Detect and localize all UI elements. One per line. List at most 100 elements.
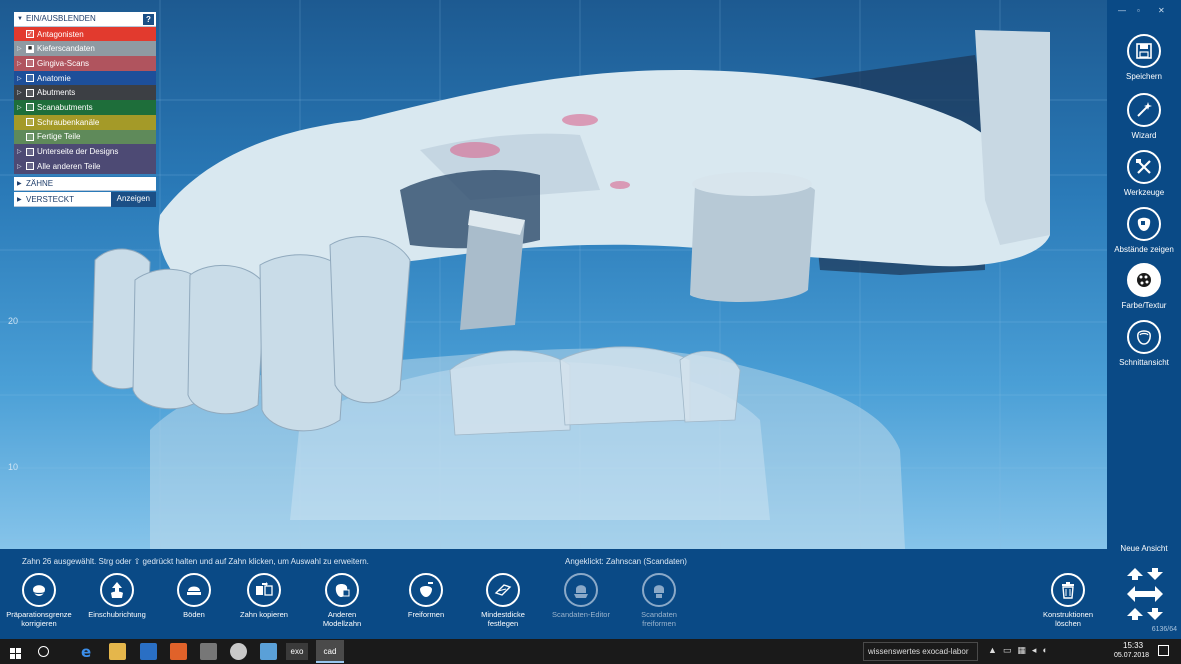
file-explorer-icon[interactable] [109, 643, 126, 660]
anzeigen-button[interactable]: Anzeigen [110, 192, 156, 207]
visibility-checkbox[interactable] [26, 59, 34, 68]
windows-taskbar: e exo cad wissenswertes exocad-labor ▲▭▦… [0, 639, 1181, 664]
tree-header-toggle[interactable]: ▼ EIN/AUSBLENDEN ? [14, 12, 156, 27]
tree-item-label: Scanabutments [37, 102, 93, 112]
tree-item-label: Gingiva-Scans [37, 58, 90, 68]
maximize-button[interactable]: ▫ [1137, 6, 1140, 15]
ruler-mark-upper: 20 [8, 316, 19, 326]
visibility-tree-panel: ▼ EIN/AUSBLENDEN ? ✓ Antagonisten ▷ ■ Kiefer… [14, 12, 156, 207]
visibility-checkbox[interactable] [26, 162, 34, 171]
store-app-icon[interactable] [140, 643, 157, 660]
wizard-label: Wizard [1131, 131, 1157, 140]
abstaende-zeigen-button[interactable]: Abstände zeigen [1107, 207, 1181, 254]
image-app-icon[interactable] [260, 643, 277, 660]
anderen-modellzahn-button[interactable]: Anderen Modellzahn [297, 573, 387, 628]
visibility-checkbox[interactable] [26, 74, 34, 83]
notification-icon[interactable] [1158, 645, 1169, 656]
werkzeuge-button[interactable]: Werkzeuge [1107, 150, 1181, 197]
cad-taskbar-button[interactable]: cad [316, 640, 344, 663]
visibility-checkbox[interactable] [26, 88, 34, 97]
floppy-disk-icon [1127, 34, 1161, 68]
chevron-right-icon: ▶ [17, 180, 22, 187]
chevron-right-icon[interactable]: ▷ [17, 89, 26, 96]
3d-viewport[interactable]: 20 10 ▼ EIN/AUSBLENDEN ? ✓ Antagonisten ▷ ■… [0, 0, 1107, 549]
chevron-right-icon[interactable]: ▷ [17, 75, 26, 82]
tree-item-label: Anatomie [37, 73, 71, 83]
farbe-textur-button[interactable]: Farbe/Textur [1107, 263, 1181, 310]
tool-label: Scandaten freiformen [641, 610, 677, 628]
help-button[interactable]: ? [143, 14, 154, 25]
tree-item[interactable]: ▷ Anatomie [14, 70, 156, 86]
chevron-right-icon: ▶ [17, 196, 22, 203]
visibility-checkbox[interactable] [26, 132, 34, 141]
tree-item[interactable]: ▷ Gingiva-Scans [14, 56, 156, 71]
scandaten-freiformen-button[interactable]: Scandaten freiformen [614, 573, 704, 628]
visibility-checkbox[interactable] [26, 118, 34, 127]
tree-item-label: Abutments [37, 88, 76, 98]
abstaende-zeigen-label: Abstände zeigen [1114, 245, 1174, 254]
tool-label: Mindestdicke festlegen [481, 610, 525, 628]
tree-item-label: Fertige Teile [37, 132, 81, 142]
visibility-checkbox[interactable]: ✓ [26, 30, 34, 39]
farbe-textur-label: Farbe/Textur [1121, 301, 1167, 310]
taskbar-search-box[interactable]: wissenswertes exocad-labor [863, 642, 978, 661]
tree-item[interactable]: ▷ Alle anderen Teile [14, 158, 156, 174]
tree-item[interactable]: Fertige Teile [14, 129, 156, 145]
view-navigation-arrows[interactable] [1125, 566, 1165, 627]
cortana-icon[interactable] [38, 646, 49, 657]
tree-item[interactable]: ▷ Abutments [14, 85, 156, 101]
exo-taskbar-button[interactable]: exo [286, 643, 308, 660]
chevron-right-icon[interactable]: ▷ [17, 104, 26, 111]
scandaten-editor-button[interactable]: Scandaten-Editor [536, 573, 626, 619]
office-app-icon[interactable] [170, 643, 187, 660]
zaehne-section-toggle[interactable]: ▶ ZÄHNE [14, 176, 156, 192]
insertion-direction-icon [100, 573, 134, 607]
color-texture-icon [1127, 263, 1161, 297]
tree-item[interactable]: ▷ Scanabutments [14, 100, 156, 115]
tree-item[interactable]: ▷ ■ Kieferscandaten [14, 41, 156, 57]
tree-item-label: Unterseite der Designs [37, 147, 119, 157]
ruler-mark-lower: 10 [8, 462, 19, 472]
start-button[interactable] [10, 646, 21, 664]
versteckt-section-toggle[interactable]: ▶ VERSTECKT Anzeigen [14, 192, 156, 207]
edge-browser-icon[interactable]: e [79, 643, 96, 661]
zahn-kopieren-button[interactable]: Zahn kopieren [219, 573, 309, 619]
speichern-button[interactable]: Speichern [1107, 34, 1181, 81]
tree-item[interactable]: ✓ Antagonisten [14, 26, 156, 42]
tree-item[interactable]: ▷ Unterseite der Designs [14, 144, 156, 159]
clicked-label: Angeklickt: [565, 557, 604, 566]
clock-time: 15:33 [1123, 641, 1144, 650]
tree-item[interactable]: Schraubenkanäle [14, 114, 156, 130]
bottom-icon [177, 573, 211, 607]
trash-icon [1051, 573, 1085, 607]
scan-editor-icon [564, 573, 598, 607]
visibility-checkbox[interactable]: ■ [26, 44, 34, 53]
system-tray-icons[interactable]: ▲▭▦◂◐ [988, 645, 1054, 656]
svg-text:e: e [81, 643, 91, 660]
visibility-checkbox[interactable] [26, 103, 34, 112]
chevron-right-icon[interactable]: ▷ [17, 163, 26, 170]
minimize-button[interactable]: — [1118, 6, 1126, 15]
close-button[interactable]: ✕ [1158, 6, 1165, 15]
chevron-down-icon: ▼ [17, 15, 23, 22]
chevron-right-icon[interactable]: ▷ [17, 45, 26, 52]
tree-item-label: Schraubenkanäle [37, 117, 100, 127]
versteckt-label: VERSTECKT [26, 194, 75, 204]
freeform-icon [409, 573, 443, 607]
calculator-app-icon[interactable] [200, 643, 217, 660]
visibility-checkbox[interactable] [26, 147, 34, 156]
mindestdicke-button[interactable]: Mindestdicke festlegen [458, 573, 548, 628]
status-message: Zahn 26 ausgewählt. Strg oder ⇧ gedrückt… [22, 557, 369, 566]
dental-model-render [0, 0, 1107, 549]
bottom-toolbar: Zahn 26 ausgewählt. Strg oder ⇧ gedrückt… [0, 549, 1107, 639]
scan-freeform-icon [642, 573, 676, 607]
cross-section-icon [1127, 320, 1161, 354]
right-sidebar: — ▫ ✕ Speichern Wizard Werkzeuge Abständ… [1107, 0, 1181, 639]
konstruktionen-loeschen-button[interactable]: Konstruktionen löschen [1023, 573, 1113, 628]
chevron-right-icon[interactable]: ▷ [17, 148, 26, 155]
schnittansicht-button[interactable]: Schnittansicht [1107, 320, 1181, 367]
wizard-button[interactable]: Wizard [1107, 93, 1181, 140]
chevron-right-icon[interactable]: ▷ [17, 60, 26, 67]
tool-label: Scandaten-Editor [552, 610, 610, 619]
tool-app-icon[interactable] [230, 643, 247, 660]
